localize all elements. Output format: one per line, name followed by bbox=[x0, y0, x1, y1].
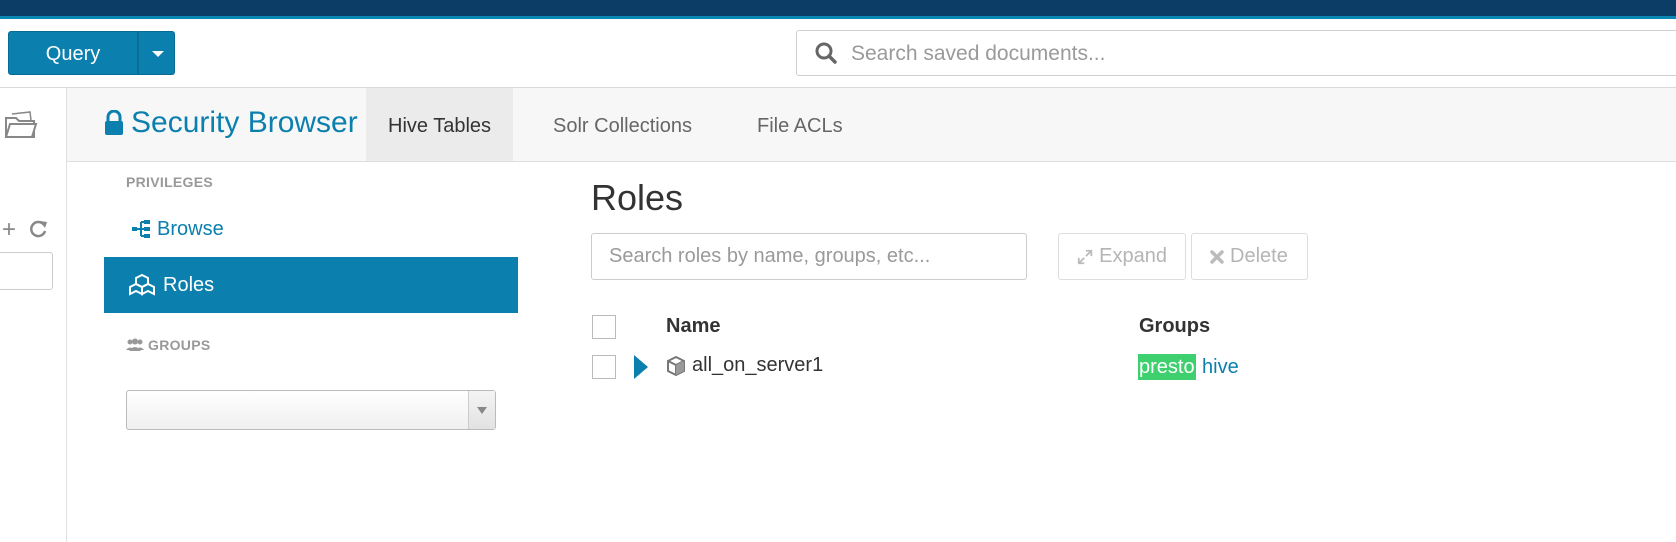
expand-label: Expand bbox=[1099, 245, 1167, 267]
page-title: Roles bbox=[591, 177, 684, 218]
top-navbar bbox=[0, 0, 1676, 19]
sidebar-item-label: Browse bbox=[157, 217, 224, 240]
tab-file-acls[interactable]: File ACLs bbox=[735, 88, 865, 161]
select-all-checkbox[interactable] bbox=[592, 315, 616, 339]
chevron-down-icon[interactable] bbox=[468, 391, 495, 429]
row-checkbox[interactable] bbox=[592, 355, 616, 379]
close-icon bbox=[1210, 249, 1224, 264]
group-tag[interactable]: hive bbox=[1202, 354, 1239, 380]
rail-filter-input[interactable] bbox=[0, 252, 53, 290]
sidebar-item-label: Roles bbox=[163, 273, 215, 296]
expand-icon bbox=[1077, 249, 1093, 264]
document-search[interactable] bbox=[796, 30, 1676, 76]
left-rail: + bbox=[0, 88, 67, 542]
groups-heading-label: GROUPS bbox=[148, 337, 211, 353]
expand-button[interactable]: Expand bbox=[1058, 233, 1186, 280]
add-icon[interactable]: + bbox=[2, 218, 16, 242]
expand-row-icon[interactable] bbox=[634, 355, 648, 379]
query-dropdown-toggle[interactable] bbox=[138, 31, 175, 75]
app-title: Security Browser bbox=[103, 106, 358, 140]
refresh-icon[interactable] bbox=[28, 219, 48, 239]
app-title-label: Security Browser bbox=[131, 106, 358, 139]
tab-hive-tables[interactable]: Hive Tables bbox=[366, 88, 514, 161]
lock-icon bbox=[105, 110, 123, 135]
users-icon bbox=[126, 338, 144, 351]
tab-solr-collections[interactable]: Solr Collections bbox=[531, 88, 714, 161]
app-header: Security Browser Hive Tables Solr Collec… bbox=[67, 88, 1676, 162]
toolbar: Query bbox=[0, 19, 1676, 88]
group-select[interactable] bbox=[126, 390, 496, 430]
role-search-input[interactable] bbox=[591, 233, 1027, 280]
privileges-heading: PRIVILEGES bbox=[126, 174, 214, 190]
column-header-name[interactable]: Name bbox=[666, 315, 720, 338]
folder-icon[interactable] bbox=[4, 110, 38, 140]
sidebar-item-browse[interactable]: Browse bbox=[104, 205, 518, 253]
delete-label: Delete bbox=[1230, 245, 1288, 267]
table-row: all_on_server1 bbox=[666, 354, 823, 377]
column-header-groups[interactable]: Groups bbox=[1139, 315, 1210, 338]
sitemap-icon bbox=[132, 220, 150, 238]
groups-heading: GROUPS bbox=[126, 337, 210, 353]
query-button[interactable]: Query bbox=[8, 31, 138, 75]
group-tag[interactable]: presto bbox=[1138, 354, 1196, 380]
search-icon bbox=[815, 42, 837, 64]
role-name[interactable]: all_on_server1 bbox=[692, 354, 823, 377]
document-search-input[interactable] bbox=[849, 39, 1653, 69]
delete-button[interactable]: Delete bbox=[1191, 233, 1308, 280]
cubes-icon bbox=[129, 274, 155, 296]
sidebar-item-roles[interactable]: Roles bbox=[104, 257, 518, 313]
cube-icon bbox=[667, 355, 685, 376]
